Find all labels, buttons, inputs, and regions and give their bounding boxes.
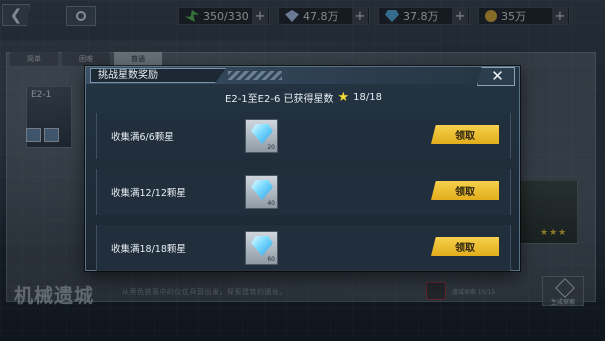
reward-list: 收集满6/6颗星 20 领取 收集满12/12颗星 40 领取 收集满18/18… bbox=[96, 113, 511, 281]
claim-button[interactable]: 领取 bbox=[431, 125, 499, 144]
reward-item[interactable]: 20 bbox=[245, 119, 278, 153]
diamond-icon bbox=[251, 124, 273, 144]
reward-item[interactable]: 60 bbox=[245, 231, 278, 265]
star-icon: ★ bbox=[337, 89, 350, 105]
star-summary: E2-1至E2-6 已获得星数 ★ 18/18 bbox=[86, 89, 521, 105]
claim-button[interactable]: 领取 bbox=[431, 181, 499, 200]
close-icon: ✕ bbox=[491, 67, 504, 85]
dialog-title: 挑战星数奖励 bbox=[90, 68, 226, 83]
reward-row: 收集满12/12颗星 40 领取 bbox=[96, 169, 511, 215]
summary-text: E2-1至E2-6 已获得星数 bbox=[225, 93, 334, 105]
reward-condition: 收集满18/18颗星 bbox=[111, 244, 186, 255]
star-reward-dialog: 挑战星数奖励 ✕ E2-1至E2-6 已获得星数 ★ 18/18 收集满6/6颗… bbox=[85, 66, 521, 271]
reward-condition: 收集满12/12颗星 bbox=[111, 188, 186, 199]
summary-count: 18/18 bbox=[353, 91, 382, 103]
reward-condition: 收集满6/6颗星 bbox=[111, 132, 174, 143]
reward-item[interactable]: 40 bbox=[245, 175, 278, 209]
reward-row: 收集满6/6颗星 20 领取 bbox=[96, 113, 511, 159]
reward-quantity: 40 bbox=[267, 200, 275, 207]
reward-row: 收集满18/18颗星 60 领取 bbox=[96, 225, 511, 271]
close-button[interactable]: ✕ bbox=[477, 67, 515, 86]
claim-button[interactable]: 领取 bbox=[431, 237, 499, 256]
reward-quantity: 60 bbox=[267, 256, 275, 263]
diamond-icon bbox=[251, 180, 273, 200]
reward-quantity: 20 bbox=[267, 144, 275, 151]
header-stripes-decoration bbox=[228, 71, 282, 80]
diamond-icon bbox=[251, 236, 273, 256]
